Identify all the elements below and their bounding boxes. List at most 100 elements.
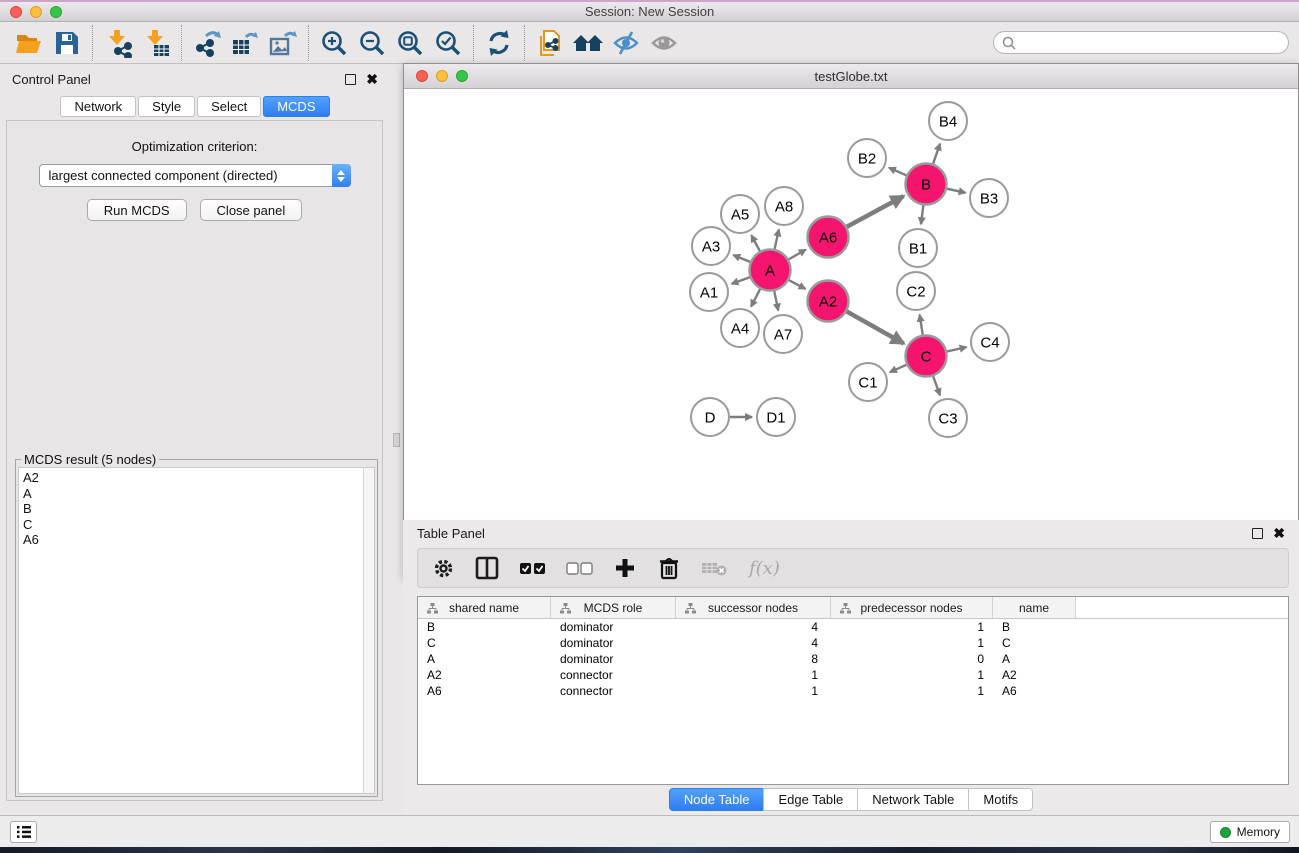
table-row[interactable]: A2connector11A2 — [418, 667, 1288, 683]
unselect-all-columns-icon[interactable] — [566, 558, 593, 578]
tab-network-table[interactable]: Network Table — [857, 788, 969, 811]
tab-select[interactable]: Select — [197, 96, 261, 117]
zoom-out-icon[interactable] — [353, 24, 391, 62]
float-table-panel-icon[interactable] — [1252, 528, 1263, 539]
splitter-handle[interactable] — [393, 433, 400, 447]
list-item[interactable]: C — [19, 517, 374, 533]
list-item[interactable]: A — [19, 486, 374, 502]
graph-node-A5[interactable]: A5 — [721, 195, 759, 233]
graph-edge-A2-C[interactable] — [847, 312, 904, 344]
table-row[interactable]: Adominator80A — [418, 651, 1288, 667]
graph-node-A[interactable]: A — [750, 250, 791, 291]
graph-edge-C-C1[interactable] — [890, 365, 906, 372]
graph-edge-A6-B[interactable] — [847, 196, 904, 227]
run-mcds-button[interactable]: Run MCDS — [87, 199, 187, 221]
column-header-MCDS-role[interactable]: MCDS role — [551, 597, 676, 618]
graph-edge-A-A5[interactable] — [751, 235, 760, 251]
zoom-in-icon[interactable] — [315, 24, 353, 62]
save-session-icon[interactable] — [48, 24, 86, 62]
graph-node-A4[interactable]: A4 — [721, 309, 759, 347]
graph-node-C2[interactable]: C2 — [897, 272, 935, 310]
hide-graphics-details-icon[interactable] — [607, 24, 645, 62]
graph-edge-A-A6[interactable] — [789, 250, 806, 260]
graph-edge-A-A2[interactable] — [789, 280, 806, 289]
show-hide-columns-icon[interactable] — [475, 556, 499, 580]
graph-edge-C-C3[interactable] — [933, 376, 940, 395]
export-network-icon[interactable] — [188, 24, 226, 62]
add-column-icon[interactable] — [613, 556, 637, 580]
graph-node-A3[interactable]: A3 — [692, 227, 730, 265]
graph-node-C1[interactable]: C1 — [849, 363, 887, 401]
tab-mcds[interactable]: MCDS — [263, 96, 329, 117]
table-row[interactable]: Cdominator41C — [418, 635, 1288, 651]
tab-style[interactable]: Style — [138, 96, 195, 117]
memory-button[interactable]: Memory — [1210, 821, 1290, 843]
mcds-result-list[interactable]: A2ABCA6 — [18, 467, 375, 794]
task-history-button[interactable] — [10, 821, 37, 843]
table-row[interactable]: Bdominator41B — [418, 619, 1288, 635]
graph-node-A6[interactable]: A6 — [808, 217, 849, 258]
zoom-fit-icon[interactable] — [391, 24, 429, 62]
search-input[interactable] — [1021, 36, 1280, 50]
graph-edge-A-A3[interactable] — [733, 255, 750, 262]
graph-edge-B-B2[interactable] — [889, 168, 906, 176]
tab-motifs[interactable]: Motifs — [968, 788, 1033, 811]
graph-node-B[interactable]: B — [906, 164, 947, 205]
graph-node-C4[interactable]: C4 — [971, 323, 1009, 361]
import-table-icon[interactable] — [137, 24, 175, 62]
open-session-icon[interactable] — [10, 24, 48, 62]
graph-node-A1[interactable]: A1 — [690, 273, 728, 311]
graph-node-C[interactable]: C — [906, 336, 947, 377]
list-item[interactable]: A2 — [19, 470, 374, 486]
graph-node-B2[interactable]: B2 — [848, 139, 886, 177]
graph-edge-C-C4[interactable] — [947, 347, 967, 351]
export-image-icon[interactable] — [264, 24, 302, 62]
zoom-selected-icon[interactable] — [429, 24, 467, 62]
list-item[interactable]: A6 — [19, 532, 374, 548]
graph-node-D[interactable]: D — [691, 398, 729, 436]
graph-node-C3[interactable]: C3 — [929, 399, 967, 437]
duplicate-network-icon[interactable] — [531, 24, 569, 62]
graph-edge-C-C2[interactable] — [920, 315, 923, 335]
home-view-icon[interactable] — [569, 24, 607, 62]
close-panel-icon[interactable]: ✖ — [366, 74, 378, 85]
export-table-icon[interactable] — [226, 24, 264, 62]
graph-edge-A-A7[interactable] — [774, 291, 778, 310]
graph-edge-A-A8[interactable] — [775, 229, 779, 249]
graph-node-B4[interactable]: B4 — [929, 102, 967, 140]
panel-splitter[interactable] — [390, 64, 403, 815]
refresh-layout-icon[interactable] — [480, 24, 518, 62]
graph-edge-B-B1[interactable] — [921, 205, 923, 224]
close-panel-button[interactable]: Close panel — [200, 199, 303, 221]
graph-node-D1[interactable]: D1 — [757, 398, 795, 436]
network-graph[interactable]: B4 B2 B B3 A8A5 A6 A3 B1 A C2 A1 A2 A4A7 C4 C C1 D D1 C3 — [404, 89, 1298, 577]
tab-node-table[interactable]: Node Table — [669, 788, 765, 811]
graph-node-A7[interactable]: A7 — [764, 315, 802, 353]
table-row[interactable]: A6connector11A6 — [418, 683, 1288, 699]
float-panel-icon[interactable] — [345, 74, 356, 85]
search-field[interactable] — [993, 31, 1289, 54]
graph-edge-A-A1[interactable] — [732, 277, 750, 284]
column-header-shared-name[interactable]: shared name — [418, 597, 551, 618]
graph-edge-A-A4[interactable] — [751, 289, 760, 307]
graph-node-B3[interactable]: B3 — [970, 179, 1008, 217]
result-list-scrollbar[interactable] — [363, 468, 374, 793]
settings-gear-icon[interactable] — [432, 557, 455, 580]
column-header-name[interactable]: name — [993, 597, 1076, 618]
graph-node-A2[interactable]: A2 — [808, 281, 849, 322]
select-all-columns-icon[interactable] — [519, 558, 546, 578]
network-canvas[interactable]: B4 B2 B B3 A8A5 A6 A3 B1 A C2 A1 A2 A4A7 C4 C C1 D D1 C3 — [404, 89, 1298, 577]
column-header-successor-nodes[interactable]: successor nodes — [676, 597, 831, 618]
list-item[interactable]: B — [19, 501, 374, 517]
show-graphics-details-icon[interactable] — [645, 24, 683, 62]
graph-node-A8[interactable]: A8 — [765, 187, 803, 225]
delete-columns-icon[interactable] — [657, 555, 681, 581]
graph-edge-B-B3[interactable] — [947, 189, 966, 193]
graph-edge-B-B4[interactable] — [933, 144, 940, 164]
tab-edge-table[interactable]: Edge Table — [763, 788, 858, 811]
import-network-icon[interactable] — [99, 24, 137, 62]
column-header-predecessor-nodes[interactable]: predecessor nodes — [831, 597, 993, 618]
criterion-dropdown[interactable]: largest connected component (directed) — [39, 164, 351, 187]
graph-node-B1[interactable]: B1 — [899, 229, 937, 267]
close-table-panel-icon[interactable]: ✖ — [1273, 528, 1285, 539]
